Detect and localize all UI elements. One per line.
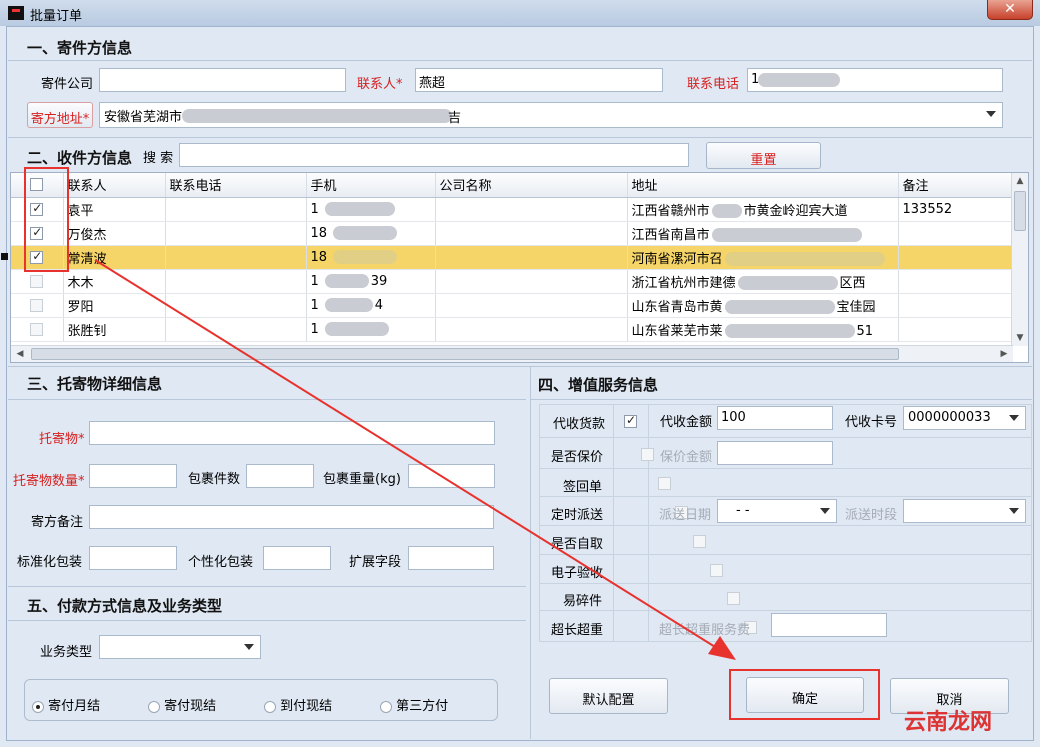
- watermark: 云南龙网: [904, 709, 993, 735]
- annotation-arrow: [94, 259, 736, 660]
